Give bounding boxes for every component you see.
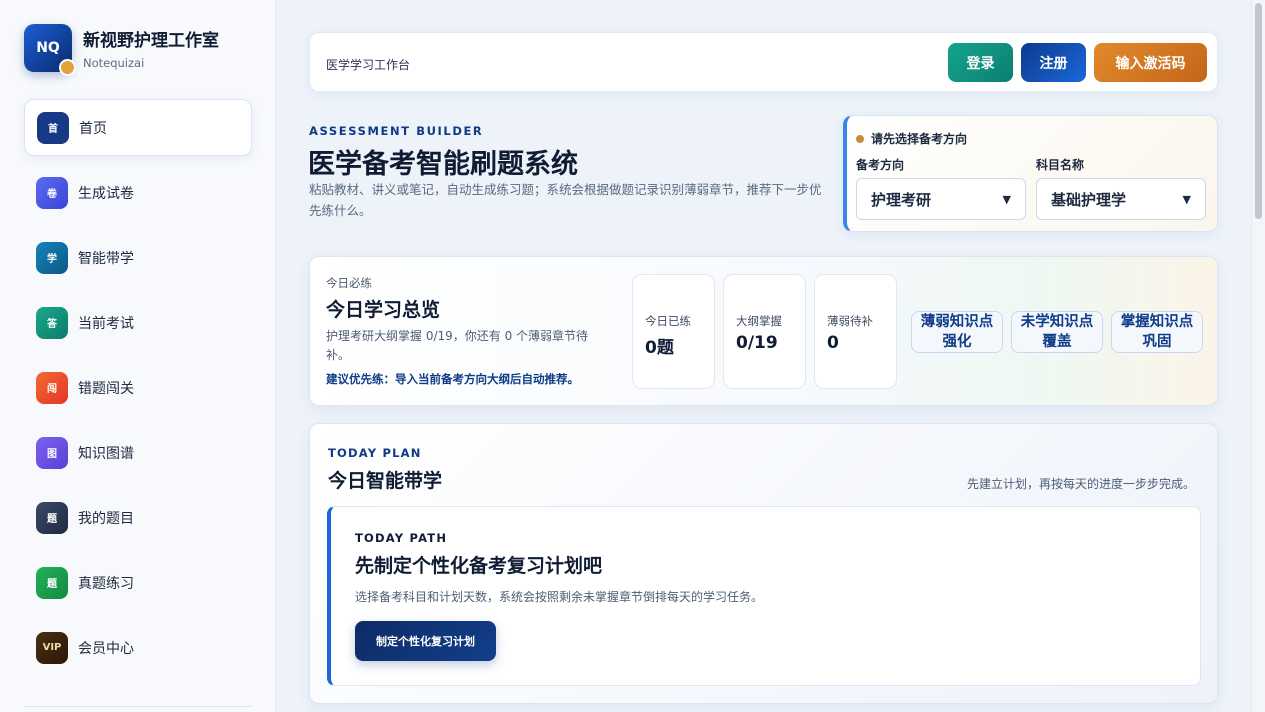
subject-select-value: 基础护理学 xyxy=(1051,190,1127,209)
plan-title: 今日智能带学 xyxy=(328,470,443,492)
vip-icon: VIP xyxy=(36,631,68,664)
direction-select-value: 护理考研 xyxy=(871,190,932,209)
page-scrollbar[interactable] xyxy=(1251,0,1265,712)
sidebar-item-label: 首页 xyxy=(79,120,107,137)
summary-suggestion: 建议优先练：导入当前备考方向大纲后自动推荐。 xyxy=(326,372,579,386)
chevron-down-icon: ▼ xyxy=(1002,192,1011,206)
brand-title: 新视野护理工作室 xyxy=(83,31,219,51)
scrollbar-thumb[interactable] xyxy=(1255,3,1262,219)
stat-practiced-today: 今日已练 0题 xyxy=(632,274,715,389)
sidebar-item-label: 真题练习 xyxy=(78,575,134,592)
sidebar-item-label: 会员中心 xyxy=(78,640,134,657)
sidebar-item-generate-paper[interactable]: 卷 生成试卷 xyxy=(24,164,252,221)
daily-summary-card: 今日必练 今日学习总览 护理考研大纲掌握 0/19，你还有 0 个薄弱章节待补。… xyxy=(309,256,1218,406)
sidebar: NQ 新视野护理工作室 Notequizai 首 首页 卷 生成试卷 学 智能带… xyxy=(0,0,276,712)
brand[interactable]: NQ 新视野护理工作室 Notequizai xyxy=(24,24,219,76)
unlearned-points-button[interactable]: 未学知识点覆盖 xyxy=(1011,311,1103,353)
direction-select[interactable]: 护理考研 ▼ xyxy=(856,178,1026,220)
sidebar-item-label: 生成试卷 xyxy=(78,185,134,202)
plan-eyebrow: TODAY PLAN xyxy=(328,446,422,460)
activation-code-button[interactable]: 输入激活码 xyxy=(1094,43,1207,82)
today-plan-card: TODAY PLAN 今日智能带学 先建立计划，再按每天的进度一步步完成。 TO… xyxy=(309,423,1218,704)
subject-select[interactable]: 基础护理学 ▼ xyxy=(1036,178,1206,220)
sidebar-item-mistake-challenge[interactable]: 闯 错题闯关 xyxy=(24,359,252,416)
sidebar-item-label: 智能带学 xyxy=(78,250,134,267)
sidebar-item-home[interactable]: 首 首页 xyxy=(24,99,252,156)
hero-eyebrow: ASSESSMENT BUILDER xyxy=(309,124,484,138)
direction-hint-text: 请先选择备考方向 xyxy=(871,132,968,146)
register-button[interactable]: 注册 xyxy=(1021,43,1086,82)
sidebar-item-label: 错题闯关 xyxy=(78,380,134,397)
graph-icon: 图 xyxy=(36,436,68,469)
path-description: 选择备考科目和计划天数，系统会按照剩余未掌握章节倒排每天的学习任务。 xyxy=(355,590,764,604)
sidebar-item-my-questions[interactable]: 题 我的题目 xyxy=(24,489,252,546)
questions-icon: 题 xyxy=(36,501,68,534)
weak-points-button[interactable]: 薄弱知识点强化 xyxy=(911,311,1003,353)
main-content: 医学学习工作台 登录 注册 输入激活码 ASSESSMENT BUILDER 医… xyxy=(277,0,1251,712)
home-icon: 首 xyxy=(37,111,69,144)
plan-note: 先建立计划，再按每天的进度一步步完成。 xyxy=(966,477,1195,491)
exam-direction-card: 请先选择备考方向 备考方向 科目名称 护理考研 ▼ 基础护理学 ▼ xyxy=(843,115,1218,232)
hero-description: 粘贴教材、讲义或笔记，自动生成练习题；系统会根据做题记录识别薄弱章节，推荐下一步… xyxy=(309,182,822,218)
chevron-down-icon: ▼ xyxy=(1182,192,1191,206)
summary-description: 护理考研大纲掌握 0/19，你还有 0 个薄弱章节待补。 xyxy=(326,329,589,362)
path-title: 先制定个性化备考复习计划吧 xyxy=(355,555,603,577)
login-button[interactable]: 登录 xyxy=(948,43,1013,82)
sidebar-item-current-exam[interactable]: 答 当前考试 xyxy=(24,294,252,351)
top-bar: 医学学习工作台 登录 注册 输入激活码 xyxy=(309,32,1218,92)
page-title: 医学备考智能刷题系统 xyxy=(308,149,578,180)
sidebar-item-label: 知识图谱 xyxy=(78,445,134,462)
brand-logo: NQ xyxy=(24,24,76,76)
study-icon: 学 xyxy=(36,241,68,274)
brand-status-dot xyxy=(59,59,76,76)
subject-label: 科目名称 xyxy=(1036,158,1085,172)
stat-label: 薄弱待补 xyxy=(827,314,873,328)
direction-hint: 请先选择备考方向 xyxy=(856,130,967,147)
stat-value: 0 xyxy=(827,333,839,353)
sidebar-item-membership[interactable]: VIP 会员中心 xyxy=(24,619,252,676)
sidebar-item-knowledge-graph[interactable]: 图 知识图谱 xyxy=(24,424,252,481)
challenge-icon: 闯 xyxy=(36,371,68,404)
stat-label: 今日已练 xyxy=(645,314,691,328)
sidebar-item-label: 我的题目 xyxy=(78,510,134,527)
answer-icon: 答 xyxy=(36,306,68,339)
stat-value: 0/19 xyxy=(736,333,778,353)
sidebar-item-past-exams[interactable]: 题 真题练习 xyxy=(24,554,252,611)
stat-weak-pending: 薄弱待补 0 xyxy=(814,274,897,389)
stat-outline-mastery: 大纲掌握 0/19 xyxy=(723,274,806,389)
paper-icon: 卷 xyxy=(36,176,68,209)
sidebar-item-label: 当前考试 xyxy=(78,315,134,332)
sidebar-item-smart-study[interactable]: 学 智能带学 xyxy=(24,229,252,286)
create-plan-button[interactable]: 制定个性化复习计划 xyxy=(355,621,496,661)
direction-label: 备考方向 xyxy=(856,158,905,172)
today-path-card: TODAY PATH 先制定个性化备考复习计划吧 选择备考科目和计划天数，系统会… xyxy=(327,506,1201,686)
workspace-title: 医学学习工作台 xyxy=(326,58,411,72)
brand-logo-text: NQ xyxy=(36,40,60,56)
brand-subtitle: Notequizai xyxy=(83,56,145,70)
past-exam-icon: 题 xyxy=(36,566,68,599)
mastered-points-button[interactable]: 掌握知识点巩固 xyxy=(1111,311,1203,353)
sidebar-divider xyxy=(24,706,252,707)
hint-dot-icon xyxy=(856,134,864,143)
path-eyebrow: TODAY PATH xyxy=(355,531,448,545)
summary-title: 今日学习总览 xyxy=(326,299,441,321)
summary-eyebrow: 今日必练 xyxy=(326,276,372,290)
stat-value: 0题 xyxy=(645,338,674,358)
stat-label: 大纲掌握 xyxy=(736,314,782,328)
